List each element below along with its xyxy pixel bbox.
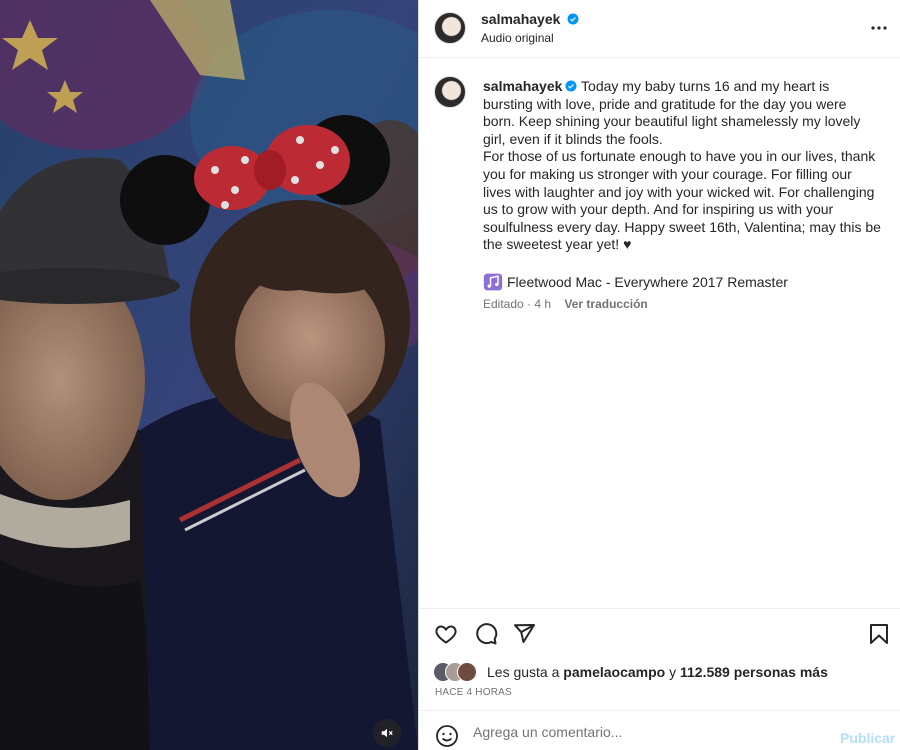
- comment-bar: Publicar: [419, 710, 900, 750]
- video-frame: [0, 0, 418, 750]
- actions-divider: [419, 608, 900, 609]
- caption-meta: Editado · 4 h Ver traducción: [483, 297, 648, 311]
- post-video[interactable]: [0, 0, 418, 750]
- comment-input[interactable]: [471, 719, 825, 745]
- emoji-icon[interactable]: [435, 724, 459, 748]
- likes-count[interactable]: 112.589 personas más: [680, 664, 828, 680]
- liker-avatars: [433, 662, 481, 682]
- caption-username[interactable]: salmahayek: [483, 78, 562, 94]
- more-icon[interactable]: [867, 16, 891, 40]
- heart-icon[interactable]: [434, 622, 458, 646]
- caption-area: salmahayek Today my baby turns 16 and my…: [419, 58, 900, 608]
- caption-avatar[interactable]: [434, 76, 466, 108]
- likes-prefix: Les gusta a: [487, 664, 560, 680]
- verified-badge-icon: [567, 13, 579, 25]
- share-icon[interactable]: [512, 622, 536, 646]
- caption-text: salmahayek Today my baby turns 16 and my…: [483, 78, 881, 254]
- music-title[interactable]: Fleetwood Mac - Everywhere 2017 Remaster: [507, 274, 788, 290]
- avatar[interactable]: [434, 12, 466, 44]
- post-container: salmahayek Audio original salmahayek Tod…: [0, 0, 900, 750]
- post-side-panel: salmahayek Audio original salmahayek Tod…: [418, 0, 900, 750]
- translate-link[interactable]: Ver traducción: [564, 297, 647, 311]
- likes-user[interactable]: pamelaocampo: [563, 664, 665, 680]
- edited-label: Editado · 4 h: [483, 297, 552, 311]
- likes-summary[interactable]: Les gusta a pamelaocampo y 112.589 perso…: [433, 662, 828, 682]
- post-comment-button[interactable]: Publicar: [840, 730, 895, 746]
- post-header: salmahayek Audio original: [419, 0, 900, 58]
- header-username[interactable]: salmahayek: [481, 11, 560, 27]
- music-attribution[interactable]: Fleetwood Mac - Everywhere 2017 Remaster: [483, 272, 788, 292]
- comment-icon[interactable]: [474, 622, 498, 646]
- music-note-icon: [483, 273, 503, 291]
- likes-connector: y: [669, 664, 677, 680]
- caption-paragraph-2: For those of us fortunate enough to have…: [483, 148, 881, 253]
- audio-label[interactable]: Audio original: [481, 31, 554, 45]
- mute-toggle-button[interactable]: [373, 719, 401, 747]
- liker-avatar: [457, 662, 477, 682]
- post-timestamp[interactable]: HACE 4 HORAS: [435, 687, 512, 698]
- verified-badge-icon: [565, 80, 577, 92]
- bookmark-icon[interactable]: [867, 622, 891, 646]
- muted-audio-icon: [381, 728, 393, 738]
- header-username-row: salmahayek: [481, 11, 579, 27]
